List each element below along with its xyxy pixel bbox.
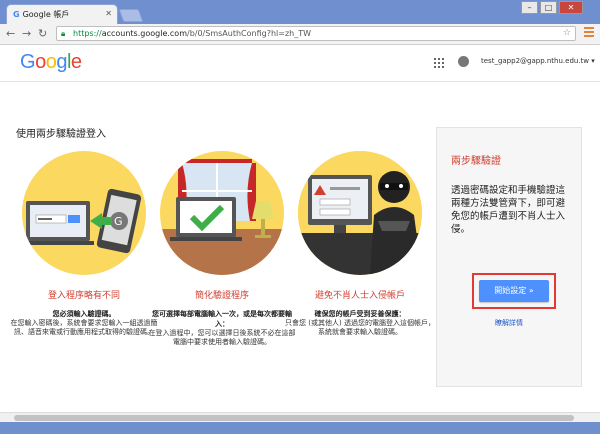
tab-strip: G Google 帳戶 ✕ – □ ✕ (0, 0, 600, 24)
step-2-text: 在登入過程中，您可以選擇日後系統不必在這部電腦中要求使用者輸入驗證碼。 (148, 329, 296, 346)
tab-close-icon[interactable]: ✕ (105, 9, 112, 18)
svg-text:G: G (114, 215, 123, 228)
google-header: Google test_gapp2@gapp.nthu.edu.tw ▾ (0, 45, 600, 82)
step-2-subtitle: 您可選擇每部電腦輸入一次，或是每次都要輸入： (152, 310, 292, 328)
step-1-text: 在您輸入密碼後，系統會要求您輸入一組透過簡訊、語音來電或行動應用程式取得的驗證碼… (10, 319, 158, 336)
forward-icon[interactable]: → (22, 27, 31, 40)
maximize-button[interactable]: □ (540, 1, 557, 14)
logo-letter: o (45, 51, 57, 73)
scrollbar-thumb[interactable] (14, 415, 574, 421)
logo-letter: o (35, 51, 46, 73)
horizontal-scrollbar[interactable] (0, 412, 600, 422)
browser-toolbar: ← → ↻ 🔒︎ https://accounts.google.com/b/0… (0, 24, 600, 45)
tab-title: Google 帳戶 (22, 10, 70, 19)
minimize-button[interactable]: – (521, 1, 538, 14)
address-bar[interactable]: 🔒︎ https://accounts.google.com/b/0/SmsAu… (56, 26, 576, 41)
sign-in-illustration: G (22, 151, 146, 275)
logo-letter: e (70, 51, 82, 73)
bookmark-star-icon[interactable]: ☆ (563, 27, 571, 40)
step-1-subtitle: 您必須輸入驗證碼。 (52, 310, 116, 318)
notifications-icon[interactable] (458, 56, 469, 67)
step-2-caption: 簡化驗證程序 您可選擇每部電腦輸入一次，或是每次都要輸入： 在登入過程中，您可以… (147, 288, 297, 347)
logo-letter: G (20, 51, 36, 73)
browser-window: G Google 帳戶 ✕ – □ ✕ ← → ↻ 🔒︎ https://acc… (0, 0, 600, 434)
two-step-sidebar: 兩步驟驗證 透過密碼設定和手機驗證這兩種方法雙管齊下，即可避免您的帳戶遭到不肖人… (436, 127, 582, 387)
url-path: /b/0/SmsAuthConfig?hl=zh_TW (187, 29, 312, 38)
step-3-title: 避免不肖人士入侵帳戶 (314, 291, 405, 301)
close-window-button[interactable]: ✕ (559, 1, 583, 14)
step-2-title: 簡化驗證程序 (194, 291, 249, 301)
learn-more-link[interactable]: 瞭解詳情 (495, 318, 523, 328)
reload-icon[interactable]: ↻ (38, 27, 47, 40)
page-content: Google test_gapp2@gapp.nthu.edu.tw ▾ 使用兩… (0, 45, 600, 422)
lock-icon: 🔒︎ (61, 29, 66, 38)
google-logo[interactable]: Google (20, 51, 82, 74)
account-email[interactable]: test_gapp2@gapp.nthu.edu.tw ▾ (481, 57, 595, 65)
start-setup-button[interactable]: 開始設定 » (479, 280, 549, 302)
step-3-text: 只會您 (或其他人) 透過您的電腦登入這個帳戶，系統就會要求輸入驗證碼。 (285, 319, 435, 336)
apps-grid-icon[interactable] (434, 58, 444, 68)
new-tab-button[interactable] (118, 9, 144, 22)
simplify-illustration (160, 151, 284, 275)
google-favicon-icon: G (13, 10, 20, 19)
prevent-intrusion-illustration (298, 151, 422, 275)
url-scheme: https:// (73, 29, 102, 38)
url-host: accounts.google.com (101, 29, 187, 38)
step-3-caption: 避免不肖人士入侵帳戶 確保您的帳戶受到妥善保護： 只會您 (或其他人) 透過您的… (285, 288, 435, 337)
step-3-subtitle: 確保您的帳戶受到妥善保護： (314, 310, 406, 318)
menu-icon[interactable] (584, 27, 594, 39)
sidebar-heading: 兩步驟驗證 (451, 156, 501, 167)
browser-tab[interactable]: G Google 帳戶 ✕ (6, 4, 118, 24)
page-title: 使用兩步驟驗證登入 (16, 129, 106, 140)
highlight-box: 開始設定 » (472, 273, 556, 309)
sidebar-description: 透過密碼設定和手機驗證這兩種方法雙管齊下，即可避免您的帳戶遭到不肖人士入侵。 (451, 185, 566, 235)
step-1-caption: 登入程序略有不同 您必須輸入驗證碼。 在您輸入密碼後，系統會要求您輸入一組透過簡… (9, 288, 159, 337)
step-1-title: 登入程序略有不同 (47, 291, 120, 301)
logo-letter: g (56, 51, 67, 73)
window-bottom-frame (0, 422, 600, 434)
back-icon[interactable]: ← (6, 27, 15, 40)
